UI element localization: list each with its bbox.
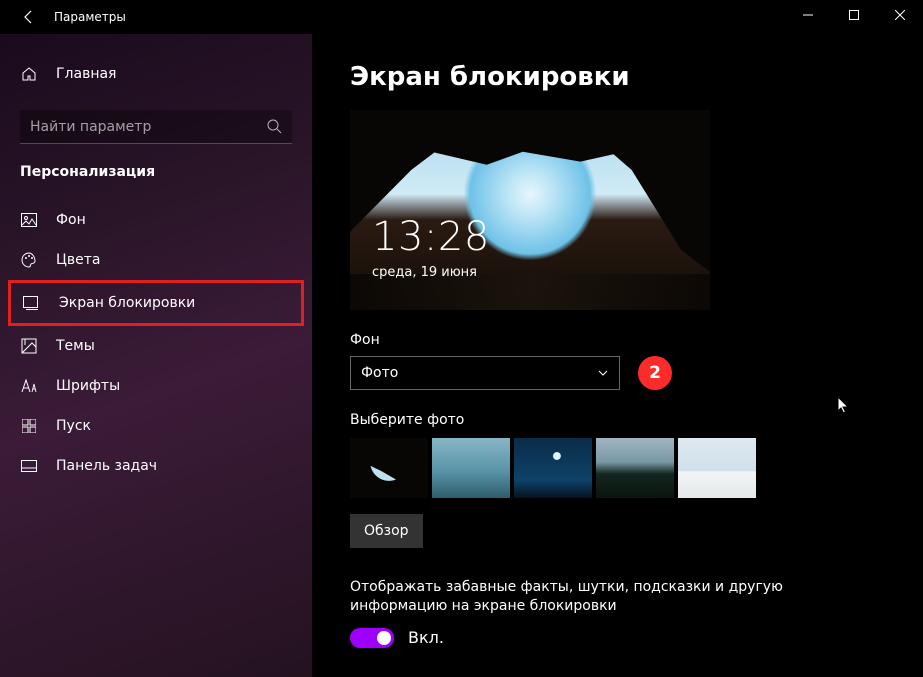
sidebar-item-label: Пуск	[56, 418, 91, 434]
arrow-left-icon	[21, 9, 37, 25]
annotation-badge: 2	[638, 356, 672, 390]
themes-icon	[20, 338, 38, 354]
palette-icon	[20, 252, 38, 268]
minimize-button[interactable]	[785, 0, 831, 30]
browse-button[interactable]: Обзор	[350, 514, 423, 548]
preview-time: 13:28	[372, 214, 490, 260]
sidebar-item-start[interactable]: Пуск	[0, 406, 312, 446]
photo-thumb-1[interactable]	[350, 438, 428, 498]
sidebar-item-lockscreen[interactable]: Экран блокировки	[11, 283, 301, 323]
sidebar-item-label: Панель задач	[56, 458, 157, 474]
lockscreen-preview: 13:28 среда, 19 июня	[350, 110, 710, 310]
lockscreen-icon	[23, 296, 41, 310]
picture-icon	[20, 213, 38, 227]
search-input[interactable]	[20, 110, 292, 144]
choose-photo-label: Выберите фото	[350, 412, 895, 428]
sidebar-item-label: Шрифты	[56, 378, 120, 394]
back-button[interactable]	[12, 0, 46, 34]
content-pane: Экран блокировки 13:28 среда, 19 июня Фо…	[312, 34, 923, 677]
sidebar-item-label: Цвета	[56, 252, 100, 268]
maximize-button[interactable]	[831, 0, 877, 30]
sidebar: Главная Персонализация Фон Цвета Экран б…	[0, 34, 312, 677]
photo-thumbnails	[350, 438, 895, 498]
title-bar: Параметры	[0, 0, 923, 34]
select-value: Фото	[361, 365, 398, 381]
toggle-state-label: Вкл.	[408, 628, 444, 647]
sidebar-item-label: Экран блокировки	[59, 295, 195, 311]
photo-thumb-5[interactable]	[678, 438, 756, 498]
preview-date: среда, 19 июня	[372, 265, 477, 280]
sidebar-item-taskbar[interactable]: Панель задач	[0, 446, 312, 486]
start-icon	[20, 419, 38, 433]
photo-thumb-2[interactable]	[432, 438, 510, 498]
sidebar-item-themes[interactable]: Темы	[0, 326, 312, 366]
background-field-label: Фон	[350, 332, 895, 348]
close-button[interactable]	[877, 0, 923, 30]
home-nav[interactable]: Главная	[0, 54, 312, 94]
fun-facts-toggle[interactable]	[350, 628, 394, 648]
app-title: Параметры	[54, 10, 126, 24]
home-icon	[20, 66, 38, 82]
category-heading: Персонализация	[0, 144, 312, 200]
sidebar-item-background[interactable]: Фон	[0, 200, 312, 240]
sidebar-item-label: Темы	[56, 338, 95, 354]
sidebar-item-label: Фон	[56, 212, 86, 228]
search-field-wrap	[20, 110, 292, 144]
sidebar-item-fonts[interactable]: Шрифты	[0, 366, 312, 406]
background-select[interactable]: Фото	[350, 356, 620, 390]
home-label: Главная	[56, 66, 116, 82]
sidebar-item-colors[interactable]: Цвета	[0, 240, 312, 280]
taskbar-icon	[20, 460, 38, 472]
minimize-icon	[803, 10, 813, 20]
photo-thumb-3[interactable]	[514, 438, 592, 498]
chevron-down-icon	[597, 367, 609, 379]
fun-facts-description: Отображать забавные факты, шутки, подска…	[350, 578, 800, 616]
maximize-icon	[849, 10, 859, 20]
window-controls	[785, 0, 923, 30]
sidebar-selected-highlight: Экран блокировки	[8, 280, 304, 326]
page-title: Экран блокировки	[350, 62, 895, 92]
close-icon	[895, 10, 905, 20]
photo-thumb-4[interactable]	[596, 438, 674, 498]
fonts-icon	[20, 379, 38, 393]
